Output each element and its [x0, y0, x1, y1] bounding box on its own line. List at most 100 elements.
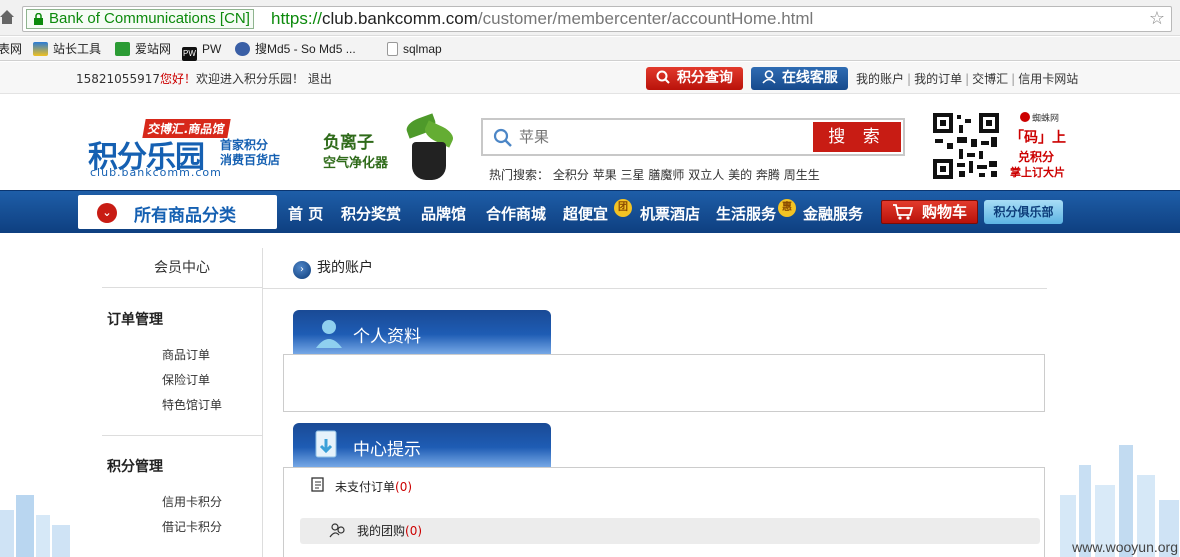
- bookmark-item[interactable]: 站长工具: [33, 41, 101, 57]
- credit-card-site-link[interactable]: 信用卡网站: [1018, 72, 1078, 86]
- points-query-button[interactable]: 积分查询: [646, 67, 743, 90]
- lock-icon: [34, 13, 43, 25]
- jiaobohui-link[interactable]: 交博汇: [972, 72, 1008, 86]
- bookmark-item[interactable]: PW PW: [182, 41, 221, 61]
- top-links: 我的账户 | 我的订单 | 交博汇 | 信用卡网站: [856, 70, 1078, 87]
- logout-link[interactable]: 退出: [308, 72, 332, 86]
- sidebar-item-specialty-orders[interactable]: 特色馆订单: [162, 396, 222, 413]
- search-button[interactable]: 搜 索: [813, 122, 901, 152]
- chevron-down-icon: ⌄: [97, 203, 117, 223]
- group-buy-count: (0): [405, 524, 423, 538]
- unpaid-orders-label: 未支付订单: [335, 480, 396, 494]
- city-skyline-decoration: [0, 495, 70, 557]
- watermark: www.wooyun.org: [1072, 539, 1178, 555]
- site-favicon-icon: [33, 42, 48, 56]
- hot-search-term[interactable]: 膳魔师: [648, 168, 684, 182]
- logo-slogan-line: 消费百货店: [220, 153, 281, 167]
- welcome-message: 欢迎进入积分乐园！: [196, 72, 305, 86]
- bookmark-item[interactable]: 表网: [0, 41, 22, 57]
- bookmark-star-icon[interactable]: ☆: [1149, 10, 1165, 28]
- breadcrumb-current: 我的账户: [317, 260, 373, 276]
- my-orders-link[interactable]: 我的订单: [914, 72, 962, 86]
- bookmark-label: 爱站网: [135, 42, 172, 56]
- group-buy-row[interactable]: 我的团购(0): [329, 522, 422, 539]
- bookmark-item[interactable]: 搜Md5 - So Md5 ...: [235, 41, 356, 57]
- receipt-icon: [311, 477, 324, 492]
- sidebar-item-debit-card-points[interactable]: 借记卡积分: [162, 518, 222, 535]
- search-icon: [493, 128, 512, 147]
- divider: [263, 288, 1047, 289]
- nav-bargain[interactable]: 超便宜: [563, 203, 608, 224]
- tab-label: 个人资料: [353, 327, 421, 347]
- plant-pot-image: [412, 142, 446, 180]
- all-categories-label: 所有商品分类: [134, 206, 236, 226]
- ad-title: 负离子: [323, 133, 374, 153]
- bookmark-item[interactable]: 爱站网: [115, 41, 171, 57]
- bookmark-item[interactable]: sqlmap: [387, 41, 442, 57]
- hot-search-term[interactable]: 三星: [621, 168, 645, 182]
- promo-line: 兑积分: [1018, 150, 1055, 164]
- tab-profile[interactable]: 个人资料: [293, 310, 551, 354]
- site-favicon-icon: [115, 42, 130, 56]
- points-club-button[interactable]: 积分俱乐部: [984, 200, 1063, 224]
- air-purifier-ad[interactable]: 负离子 空气净化器: [320, 112, 460, 182]
- site-favicon-icon: PW: [182, 47, 197, 61]
- certificate-label: Bank of Communications [CN]: [49, 10, 250, 27]
- cart-label: 购物车: [922, 203, 968, 221]
- nav-home[interactable]: 首 页: [288, 203, 323, 224]
- url-text[interactable]: https://club.bankcomm.com/customer/membe…: [271, 9, 813, 29]
- address-bar[interactable]: Bank of Communications [CN] https://club…: [22, 6, 1172, 32]
- hot-search-term[interactable]: 苹果: [593, 168, 617, 182]
- ad-subtitle: 空气净化器: [323, 156, 389, 171]
- breadcrumb: › 我的账户: [293, 257, 373, 279]
- username: 15821055917: [76, 72, 160, 86]
- nav-financial-services[interactable]: 金融服务: [803, 203, 863, 224]
- unpaid-orders-row[interactable]: 未支付订单(0): [309, 477, 412, 495]
- sidebar-divider: [102, 435, 262, 436]
- separator: |: [907, 72, 912, 86]
- tab-notices[interactable]: 中心提示: [293, 423, 551, 467]
- nav-brand-hall[interactable]: 品牌馆: [421, 203, 466, 224]
- cart-button[interactable]: 购物车: [881, 200, 978, 224]
- greeting: 您好！: [159, 72, 196, 86]
- logo-slogan: 首家积分 消费百货店: [220, 138, 280, 168]
- search-box: 搜 索: [481, 118, 905, 156]
- qr-code-icon[interactable]: [931, 111, 1001, 181]
- promo-line: 掌上订大片: [1010, 166, 1065, 179]
- certificate-badge[interactable]: Bank of Communications [CN]: [26, 9, 254, 29]
- bookmark-label: sqlmap: [403, 42, 442, 56]
- sidebar-item-credit-card-points[interactable]: 信用卡积分: [162, 493, 222, 510]
- unpaid-orders-count: (0): [395, 480, 413, 494]
- tab-label: 中心提示: [353, 440, 421, 460]
- hot-search-term[interactable]: 全积分: [553, 168, 589, 182]
- bookmark-label: 站长工具: [53, 42, 102, 56]
- site-logo[interactable]: 交博汇.商品馆 积分乐园 首家积分 消费百货店 club.bankcomm.com: [88, 118, 298, 179]
- promo-brand: 蜘蛛网: [1032, 114, 1060, 124]
- sidebar-item-insurance-orders[interactable]: 保险订单: [162, 371, 210, 388]
- my-account-link[interactable]: 我的账户: [856, 72, 904, 86]
- mobile-promo[interactable]: 蜘蛛网 「码」上 兑积分 掌上订大片: [1006, 111, 1074, 181]
- group-buy-badge: 团: [614, 199, 632, 217]
- hot-search-term[interactable]: 奔腾: [756, 168, 780, 182]
- url-scheme: https://: [271, 9, 323, 28]
- home-icon[interactable]: [0, 9, 14, 25]
- person-icon: [316, 320, 342, 348]
- bookmark-label: PW: [202, 42, 222, 56]
- nav-life-services[interactable]: 生活服务: [716, 203, 776, 224]
- hot-search-label: 热门搜索：: [489, 168, 550, 182]
- hot-search-term[interactable]: 双立人: [688, 168, 724, 182]
- separator: |: [1011, 72, 1016, 86]
- nav-partner-mall[interactable]: 合作商城: [486, 203, 546, 224]
- promo-line: 「码」上: [1010, 130, 1066, 146]
- hot-search-term[interactable]: 周生生: [784, 168, 820, 182]
- group-icon: [329, 523, 345, 538]
- nav-points-rewards[interactable]: 积分奖赏: [341, 203, 401, 224]
- document-download-icon: [315, 430, 337, 458]
- sidebar-item-product-orders[interactable]: 商品订单: [162, 346, 210, 363]
- hot-search-term[interactable]: 美的: [728, 168, 752, 182]
- search-input[interactable]: [519, 123, 809, 151]
- site-favicon-icon: [235, 42, 250, 56]
- nav-flights-hotels[interactable]: 机票酒店: [640, 203, 700, 224]
- online-service-button[interactable]: 在线客服: [751, 67, 848, 90]
- all-categories-button[interactable]: ⌄ 所有商品分类: [78, 195, 277, 229]
